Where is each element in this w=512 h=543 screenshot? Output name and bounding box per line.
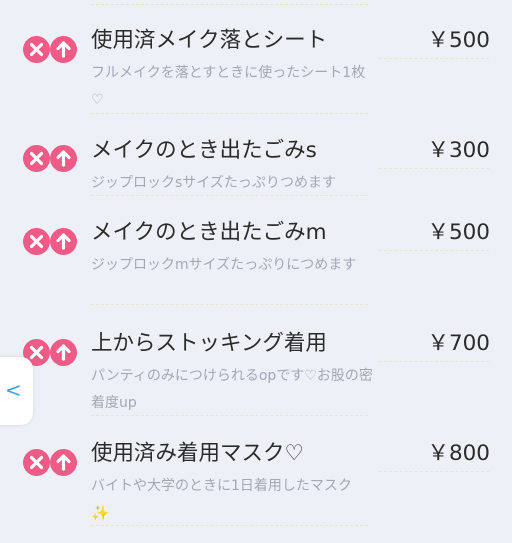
- item-price[interactable]: ￥500: [427, 216, 490, 250]
- move-up-button[interactable]: [50, 145, 77, 172]
- item-description[interactable]: パンティのみにつけられるopです♡お股の密着度up: [91, 363, 373, 417]
- divider: [91, 525, 368, 526]
- move-up-button[interactable]: [50, 339, 77, 366]
- arrow-up-icon: [56, 233, 71, 250]
- item-title[interactable]: メイクのとき出たごみm: [91, 216, 327, 250]
- item-actions: [23, 449, 81, 477]
- close-x-icon: [29, 151, 44, 166]
- move-up-button[interactable]: [50, 36, 77, 63]
- item-description[interactable]: フルメイクを落とすときに使ったシート1枚♡: [91, 60, 373, 114]
- item-title[interactable]: 上からストッキング着用: [91, 327, 327, 361]
- arrow-up-icon: [56, 454, 71, 471]
- item-title[interactable]: 使用済み着用マスク♡: [91, 437, 304, 471]
- item-price[interactable]: ￥500: [427, 24, 490, 58]
- chevron-left-icon: <: [5, 378, 22, 402]
- item-description[interactable]: ジップロックsサイズたっぷりつめます: [91, 170, 373, 197]
- item-actions: [23, 228, 81, 256]
- divider: [91, 415, 368, 416]
- divider: [379, 168, 489, 169]
- delete-button[interactable]: [23, 145, 50, 172]
- divider: [379, 58, 489, 59]
- delete-button[interactable]: [23, 36, 50, 63]
- divider: [379, 250, 489, 251]
- divider: [91, 0, 368, 5]
- sparkle-icon: ✨: [91, 504, 110, 522]
- delete-button[interactable]: [23, 449, 50, 476]
- move-up-button[interactable]: [50, 449, 77, 476]
- delete-button[interactable]: [23, 228, 50, 255]
- item-list-screen: 使用済メイク落とシート ￥500 フルメイクを落とすときに使ったシート1枚♡ メ…: [0, 0, 512, 543]
- item-price[interactable]: ￥300: [427, 134, 490, 168]
- close-x-icon: [29, 42, 44, 57]
- divider: [91, 113, 368, 114]
- item-description[interactable]: バイトや大学のときに1日着用したマスク ✨: [91, 473, 373, 528]
- move-up-button[interactable]: [50, 228, 77, 255]
- item-price[interactable]: ￥700: [427, 327, 490, 361]
- close-x-icon: [29, 455, 44, 470]
- item-title[interactable]: 使用済メイク落とシート: [91, 24, 327, 58]
- divider: [91, 195, 368, 196]
- item-price[interactable]: ￥800: [427, 437, 490, 471]
- divider: [379, 361, 489, 362]
- item-actions: [23, 36, 81, 64]
- item-title[interactable]: メイクのとき出たごみs: [91, 134, 317, 168]
- item-actions: [23, 145, 81, 173]
- item-description-text: バイトや大学のときに1日着用したマスク: [91, 478, 352, 494]
- divider: [91, 304, 368, 305]
- arrow-up-icon: [56, 41, 71, 58]
- divider: [379, 471, 489, 472]
- item-description[interactable]: ジップロックmサイズたっぷりにつめます: [91, 252, 373, 279]
- arrow-up-icon: [56, 344, 71, 361]
- arrow-up-icon: [56, 150, 71, 167]
- close-x-icon: [29, 234, 44, 249]
- side-panel-toggle[interactable]: <: [0, 357, 33, 425]
